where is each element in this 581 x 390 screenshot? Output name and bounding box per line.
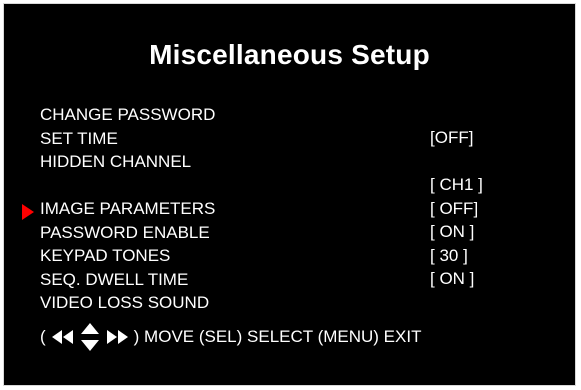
settings-values: [OFF] [ CH1 ] [ OFF] [ ON ] [ 30 ] [ ON …: [430, 126, 483, 291]
settings-menu: CHANGE PASSWORD SET TIME HIDDEN CHANNEL …: [40, 103, 215, 315]
menu-spacer: [40, 174, 215, 198]
value-spacer: [430, 150, 483, 174]
value-set-time: [OFF]: [430, 128, 474, 147]
menu-item-change-password[interactable]: CHANGE PASSWORD: [40, 103, 215, 127]
value-seq-dwell-time: [ ON ]: [430, 269, 475, 288]
value-keypad-tones: [ 30 ]: [430, 245, 468, 265]
value-password-enable: [ ON ]: [430, 222, 475, 241]
menu-item-password-enable[interactable]: PASSWORD ENABLE: [40, 221, 215, 245]
menu-item-hidden-channel[interactable]: HIDDEN CHANNEL: [40, 150, 215, 174]
help-bar: ( ) MOVE (SEL) SELECT (MENU) EXIT: [40, 322, 421, 352]
menu-item-seq-dwell-time[interactable]: SEQ. DWELL TIME: [40, 268, 215, 292]
osd-screen: Miscellaneous Setup CHANGE PASSWORD SET …: [3, 3, 576, 386]
page-title: Miscellaneous Setup: [149, 39, 430, 70]
value-image-parameters: [ OFF]: [430, 198, 479, 218]
menu-item-video-loss-sound[interactable]: VIDEO LOSS SOUND: [40, 291, 215, 315]
help-open-paren: (: [40, 327, 46, 346]
menu-item-set-time[interactable]: SET TIME: [40, 127, 215, 151]
direction-arrows-icon: [51, 323, 128, 351]
value-hidden-channel: [ CH1 ]: [430, 175, 483, 194]
selection-cursor-icon: [22, 204, 34, 220]
menu-item-keypad-tones[interactable]: KEYPAD TONES: [40, 244, 215, 268]
menu-item-image-parameters[interactable]: IMAGE PARAMETERS: [40, 197, 215, 221]
help-text: ) MOVE (SEL) SELECT (MENU) EXIT: [133, 327, 422, 346]
